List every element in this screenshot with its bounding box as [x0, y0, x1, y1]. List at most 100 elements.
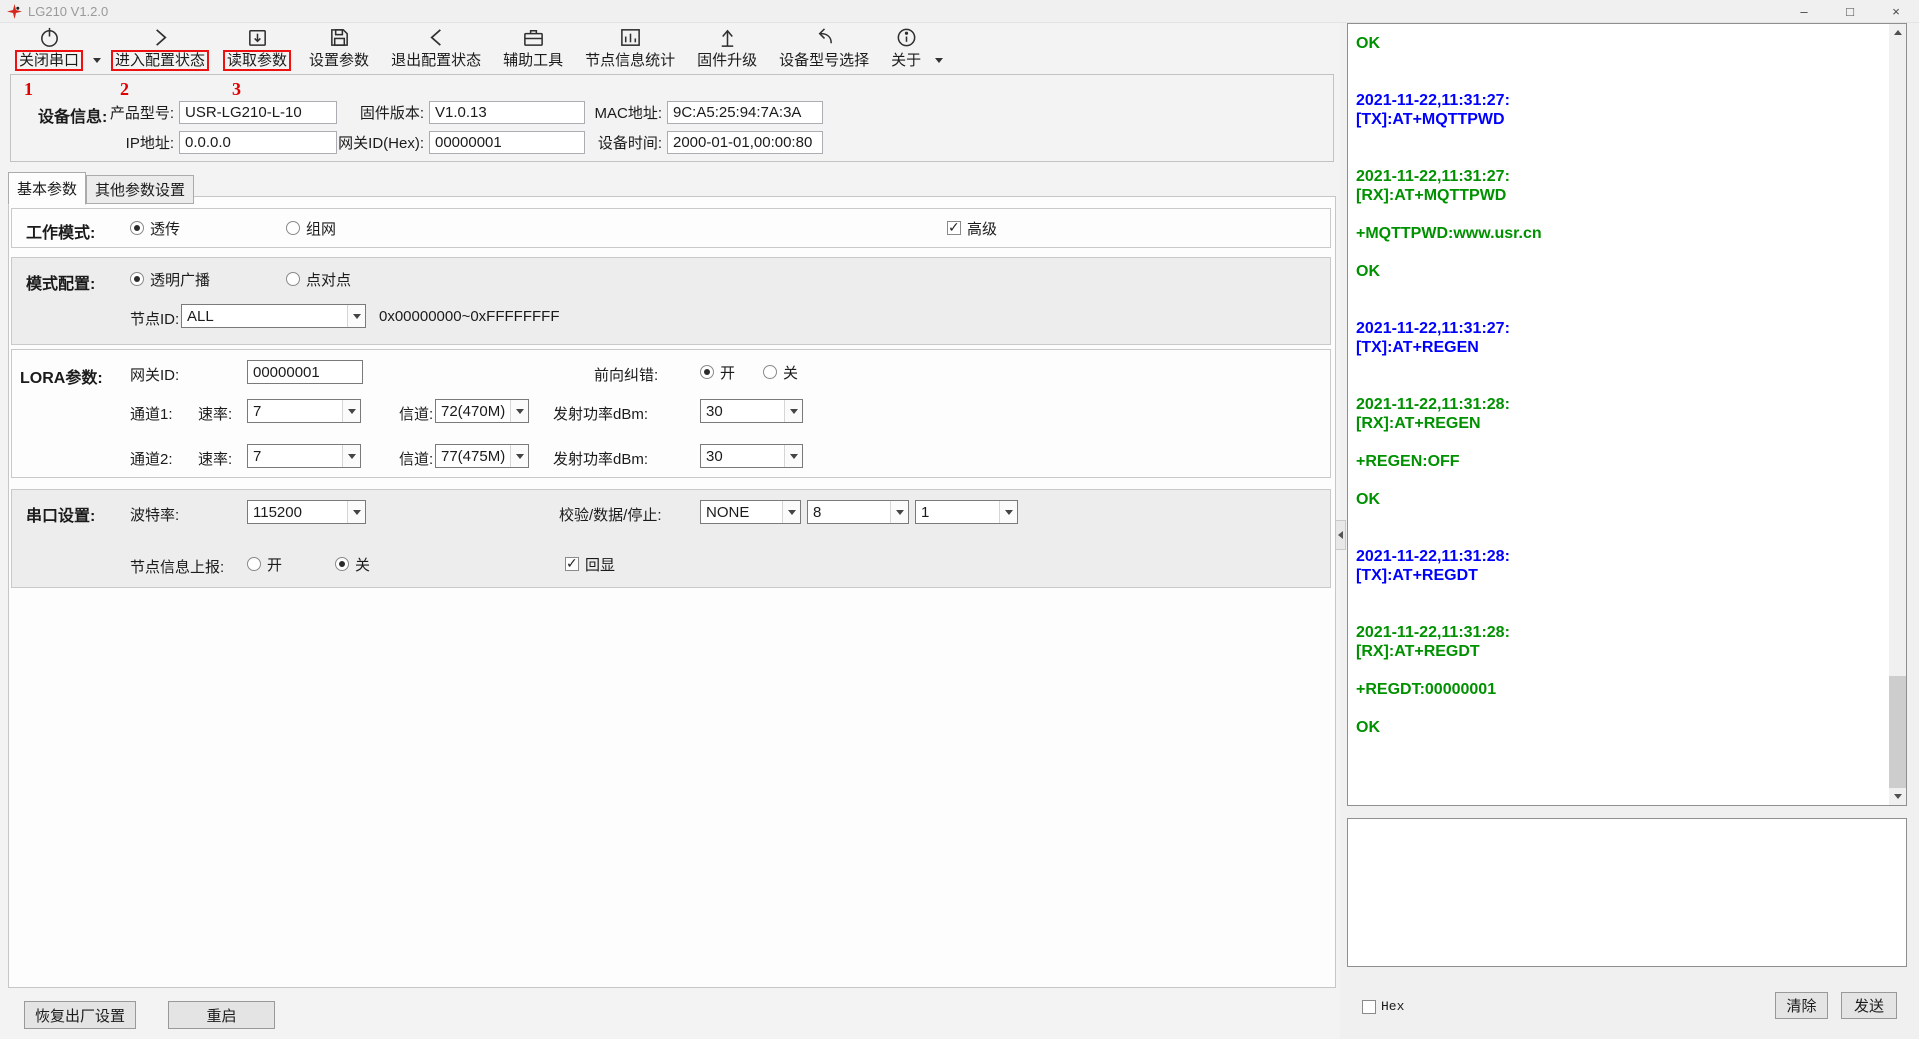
ip-input[interactable]: 0.0.0.0 — [179, 131, 337, 154]
dropdown-arrow-icon[interactable] — [784, 445, 802, 467]
gateway-id-hex-label: 网关ID(Hex): — [331, 132, 429, 153]
channel2-channel-select[interactable]: 77(475M) — [435, 444, 529, 468]
window-controls: – □ × — [1781, 0, 1919, 22]
radio-fec-on[interactable]: 开 — [700, 362, 735, 382]
tab-other-params[interactable]: 其他参数设置 — [86, 175, 194, 204]
about-dropdown-caret[interactable] — [932, 23, 946, 73]
radio-network-mode[interactable]: 组网 — [286, 218, 336, 238]
toolbar-button-close-serial[interactable]: 关闭串口 1 — [8, 23, 90, 73]
select-value: 77(475M) — [436, 445, 510, 467]
channel1-rate-label: 速率: — [198, 403, 232, 424]
device-time-input[interactable]: 2000-01-01,00:00:80 — [667, 131, 823, 154]
minimize-button[interactable]: – — [1781, 0, 1827, 22]
send-button[interactable]: 发送 — [1841, 992, 1897, 1019]
channel1-power-select[interactable]: 30 — [700, 399, 803, 423]
toolbar-button-about[interactable]: 关于 — [880, 23, 932, 73]
dropdown-arrow-icon[interactable] — [347, 501, 365, 523]
radio-icon — [130, 272, 144, 286]
maximize-button[interactable]: □ — [1827, 0, 1873, 22]
radio-transparent-broadcast[interactable]: 透明广播 — [130, 269, 210, 289]
channel2-rate-select[interactable]: 7 — [247, 444, 361, 468]
hex-checkbox-field[interactable]: Hex — [1362, 999, 1404, 1014]
hex-checkbox[interactable] — [1362, 1000, 1376, 1014]
log-line: OK — [1356, 490, 1880, 509]
toolbar-button-label: 设置参数 — [305, 50, 373, 71]
radio-label: 透明广播 — [150, 269, 210, 290]
toolbar-button-enter-config[interactable]: 进入配置状态 2 — [104, 23, 216, 73]
dropdown-arrow-icon[interactable] — [784, 400, 802, 422]
log-output[interactable]: OK 2021-11-22,11:31:27: [TX]:AT+MQTTPWD … — [1347, 23, 1907, 806]
radio-node-report-on[interactable]: 开 — [247, 554, 282, 574]
checkbox-echo[interactable]: 回显 — [565, 554, 615, 574]
gateway-id-hex-input[interactable]: 00000001 — [429, 131, 585, 154]
checkbox-label: 回显 — [585, 554, 615, 575]
log-line: +REGDT:00000001 — [1356, 680, 1880, 699]
mac-input[interactable]: 9C:A5:25:94:7A:3A — [667, 101, 823, 124]
mac-label: MAC地址: — [581, 102, 667, 123]
close-button[interactable]: × — [1873, 0, 1919, 22]
toolbar-button-firmware-upgrade[interactable]: 固件升级 — [686, 23, 768, 73]
select-value: NONE — [701, 501, 782, 523]
mac-field: MAC地址: 9C:A5:25:94:7A:3A — [581, 101, 823, 124]
scroll-down-arrow-icon[interactable] — [1889, 788, 1906, 805]
baud-select[interactable]: 115200 — [247, 500, 366, 524]
briefcase-icon — [522, 26, 545, 49]
log-line: 2021-11-22,11:31:28: — [1356, 547, 1880, 566]
toolbar-button-device-model[interactable]: 设备型号选择 — [768, 23, 880, 73]
dropdown-arrow-icon[interactable] — [782, 501, 800, 523]
dropdown-arrow-icon[interactable] — [342, 445, 360, 467]
toolbar-button-read-params[interactable]: 读取参数 3 — [216, 23, 298, 73]
data-bits-select[interactable]: 8 — [807, 500, 909, 524]
gateway-id-input[interactable]: 00000001 — [247, 360, 363, 384]
node-id-select[interactable]: ALL — [181, 304, 366, 328]
radio-transparent-mode[interactable]: 透传 — [130, 218, 180, 238]
channel1-chan-label: 信道: — [399, 403, 433, 424]
close-serial-dropdown-caret[interactable] — [90, 23, 104, 73]
scrollbar-thumb[interactable] — [1889, 676, 1906, 788]
dropdown-arrow-icon[interactable] — [890, 501, 908, 523]
log-line: [RX]:AT+REGEN — [1356, 414, 1880, 433]
channel2-rate-label: 速率: — [198, 448, 232, 469]
factory-reset-button[interactable]: 恢复出厂设置 — [24, 1001, 136, 1029]
radio-point-to-point[interactable]: 点对点 — [286, 269, 351, 289]
param-tabs: 基本参数 其他参数设置 — [8, 172, 194, 204]
toolbar-button-label: 节点信息统计 — [581, 50, 679, 71]
send-input-area[interactable] — [1347, 818, 1907, 967]
checkbox-advanced[interactable]: 高级 — [947, 218, 997, 238]
clear-button[interactable]: 清除 — [1775, 992, 1828, 1019]
toolbar-button-set-params[interactable]: 设置参数 — [298, 23, 380, 73]
select-value: 72(470M) — [436, 400, 510, 422]
dropdown-arrow-icon[interactable] — [510, 400, 528, 422]
product-model-field: 产品型号: USR-LG210-L-10 — [99, 101, 337, 124]
product-model-input[interactable]: USR-LG210-L-10 — [179, 101, 337, 124]
scroll-up-arrow-icon[interactable] — [1889, 24, 1906, 41]
gateway-id-label: 网关ID: — [130, 364, 179, 385]
toolbar-button-node-stats[interactable]: 节点信息统计 — [574, 23, 686, 73]
dropdown-arrow-icon[interactable] — [510, 445, 528, 467]
log-line: +REGEN:OFF — [1356, 452, 1880, 471]
toolbar-button-label: 辅助工具 — [499, 50, 567, 71]
parity-select[interactable]: NONE — [700, 500, 801, 524]
main-toolbar: 关闭串口 1 进入配置状态 2 读取参数 3 设置参数 — [0, 23, 946, 73]
radio-node-report-off[interactable]: 关 — [335, 554, 370, 574]
tab-basic-params[interactable]: 基本参数 — [8, 172, 86, 205]
channel2-power-select[interactable]: 30 — [700, 444, 803, 468]
arrow-up-icon — [716, 26, 739, 49]
stop-bits-select[interactable]: 1 — [915, 500, 1018, 524]
firmware-input[interactable]: V1.0.13 — [429, 101, 585, 124]
gateway-id-hex-field: 网关ID(Hex): 00000001 — [331, 131, 585, 154]
toolbar-button-aux-tools[interactable]: 辅助工具 — [492, 23, 574, 73]
restart-button[interactable]: 重启 — [168, 1001, 275, 1029]
dropdown-arrow-icon[interactable] — [999, 501, 1017, 523]
log-line: OK — [1356, 34, 1880, 53]
log-scrollbar[interactable] — [1889, 24, 1906, 805]
checkbox-icon — [947, 221, 961, 235]
channel1-channel-select[interactable]: 72(470M) — [435, 399, 529, 423]
radio-label: 关 — [355, 554, 370, 575]
dropdown-arrow-icon[interactable] — [342, 400, 360, 422]
select-value: ALL — [182, 305, 347, 327]
toolbar-button-exit-config[interactable]: 退出配置状态 — [380, 23, 492, 73]
dropdown-arrow-icon[interactable] — [347, 305, 365, 327]
channel1-rate-select[interactable]: 7 — [247, 399, 361, 423]
radio-fec-off[interactable]: 关 — [763, 362, 798, 382]
